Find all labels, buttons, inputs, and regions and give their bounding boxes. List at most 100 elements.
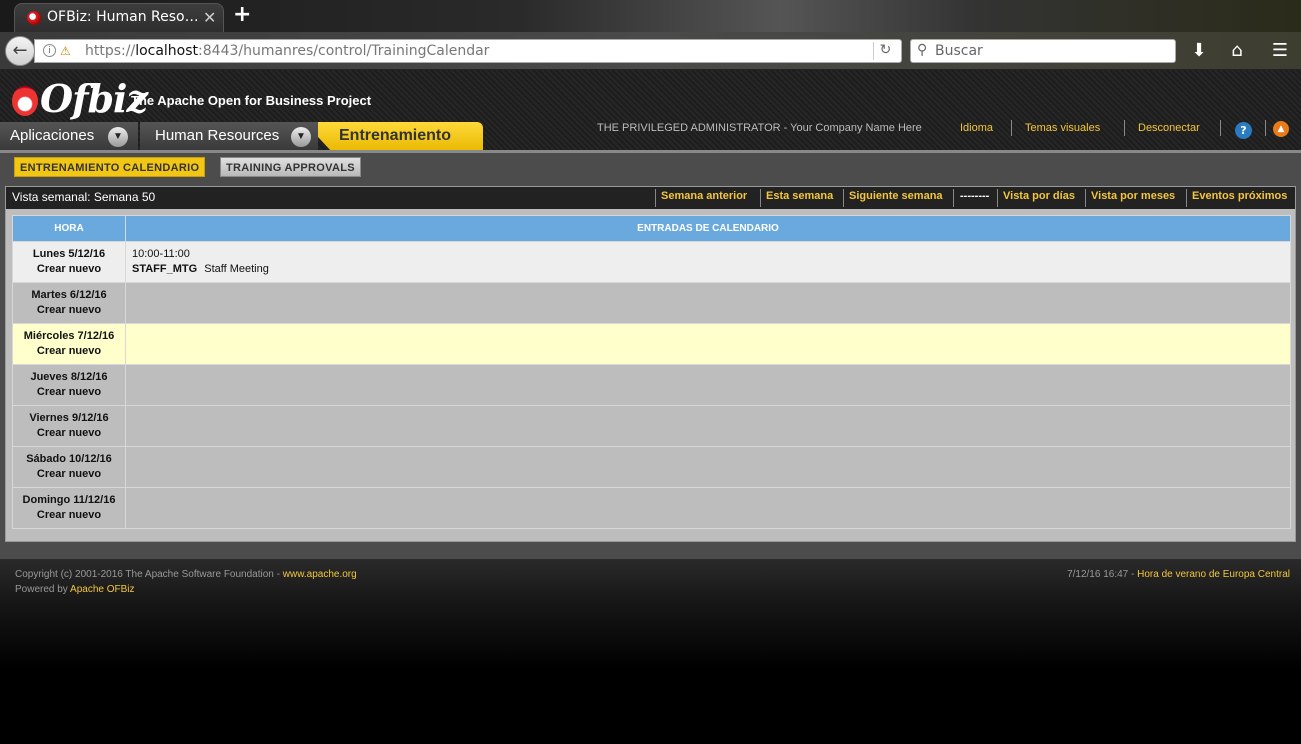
download-icon[interactable]: ⬇ — [1188, 40, 1210, 61]
previous-week-link[interactable]: Semana anterior — [661, 190, 747, 202]
create-new-link[interactable]: Crear nuevo — [13, 426, 125, 441]
ofbiz-logo[interactable]: Ofbiz — [12, 76, 148, 121]
chevron-down-icon[interactable]: ▼ — [291, 127, 311, 147]
entry-code[interactable]: STAFF_MTG — [132, 263, 197, 275]
column-header-entries: ENTRADAS DE CALENDARIO — [125, 215, 1291, 242]
entries-cell — [125, 364, 1291, 406]
search-icon: ⚲ — [917, 42, 928, 58]
url-bar[interactable]: i ⚠ https://localhost:8443/humanres/cont… — [34, 39, 902, 63]
search-bar[interactable]: ⚲ Buscar — [910, 39, 1176, 63]
applications-menu[interactable]: Aplicaciones ▼ — [0, 122, 138, 150]
table-row: Viernes 9/12/16 Crear nuevo — [12, 405, 1291, 447]
new-tab-button[interactable]: + — [233, 2, 251, 27]
separator — [760, 189, 761, 207]
info-icon[interactable]: i — [43, 44, 56, 57]
table-row: Jueves 8/12/16 Crear nuevo — [12, 364, 1291, 406]
create-new-link[interactable]: Crear nuevo — [13, 344, 125, 359]
separator — [997, 189, 998, 207]
browser-tabbar: OFBiz: Human Reso… ✕ + — [0, 0, 1301, 32]
nav-divider-text: -------- — [960, 190, 990, 202]
separator — [1220, 120, 1221, 136]
entries-cell: 10:00-11:00 STAFF_MTG Staff Meeting — [125, 241, 1291, 283]
help-icon[interactable]: ? — [1235, 122, 1252, 139]
day-label: Domingo 11/12/16 — [22, 494, 116, 506]
tab-close-icon[interactable]: ✕ — [203, 8, 216, 27]
separator — [1011, 120, 1012, 136]
chevron-down-icon[interactable]: ▼ — [108, 127, 128, 147]
create-new-link[interactable]: Crear nuevo — [13, 262, 125, 277]
column-header-hour: HORA — [12, 215, 126, 242]
url-text[interactable]: https://localhost:8443/humanres/control/… — [85, 43, 489, 59]
separator — [655, 189, 656, 207]
day-cell: Lunes 5/12/16 Crear nuevo — [12, 241, 126, 283]
collapse-up-icon[interactable]: ▲ — [1273, 121, 1289, 137]
day-label: Sábado 10/12/16 — [26, 453, 112, 465]
search-placeholder: Buscar — [935, 43, 983, 59]
logout-link[interactable]: Desconectar — [1138, 122, 1200, 134]
panel-header: Vista semanal: Semana 50 Semana anterior… — [6, 187, 1295, 209]
powered-by-text: Powered by Apache OFBiz — [15, 584, 135, 595]
entries-cell — [125, 446, 1291, 488]
browser-navbar: i ⚠ https://localhost:8443/humanres/cont… — [0, 32, 1301, 70]
apache-link[interactable]: www.apache.org — [283, 569, 357, 580]
tab-training-calendar[interactable]: ENTRENAMIENTO CALENDARIO — [14, 157, 206, 177]
tab-title: OFBiz: Human Reso… — [47, 9, 197, 25]
module-menu[interactable]: Human Resources ▼ — [140, 122, 318, 150]
active-app-tab[interactable]: Entrenamiento — [318, 122, 483, 152]
warning-lock-icon[interactable]: ⚠ — [60, 44, 71, 58]
calendar-table: HORA ENTRADAS DE CALENDARIO Lunes 5/12/1… — [12, 215, 1291, 529]
page-title: Vista semanal: Semana 50 — [12, 190, 156, 204]
copyright-label: Copyright (c) 2001-2016 The Apache Softw… — [15, 569, 283, 580]
table-row: Sábado 10/12/16 Crear nuevo — [12, 446, 1291, 488]
day-cell: Domingo 11/12/16 Crear nuevo — [12, 487, 126, 529]
home-icon[interactable]: ⌂ — [1226, 40, 1248, 61]
calendar-panel: Vista semanal: Semana 50 Semana anterior… — [5, 186, 1296, 542]
next-week-link[interactable]: Siguiente semana — [849, 190, 943, 202]
entries-cell — [125, 405, 1291, 447]
separator — [843, 189, 844, 207]
browser-tab[interactable]: OFBiz: Human Reso… ✕ — [14, 3, 224, 32]
footer: Copyright (c) 2001-2016 The Apache Softw… — [0, 559, 1301, 744]
user-name: THE PRIVILEGED ADMINISTRATOR - Your Comp… — [597, 122, 922, 134]
entry-time: 10:00-11:00 — [132, 248, 190, 260]
day-label: Lunes 5/12/16 — [32, 248, 106, 260]
calendar-entry[interactable]: STAFF_MTG Staff Meeting — [132, 262, 1284, 277]
this-week-link[interactable]: Esta semana — [766, 190, 833, 202]
day-label: Viernes 9/12/16 — [29, 412, 109, 424]
logo-mark-icon — [12, 86, 38, 116]
separator — [1186, 189, 1187, 207]
language-link[interactable]: Idioma — [960, 122, 993, 134]
reload-icon[interactable]: ↻ — [873, 42, 897, 60]
day-cell: Miércoles 7/12/16 Crear nuevo — [12, 323, 126, 365]
entries-cell — [125, 487, 1291, 529]
tab-training-approvals[interactable]: TRAINING APPROVALS — [220, 157, 361, 177]
day-cell: Martes 6/12/16 Crear nuevo — [12, 282, 126, 324]
sub-navigation: ENTRENAMIENTO CALENDARIO TRAINING APPROV… — [0, 153, 1301, 179]
table-header-row: HORA ENTRADAS DE CALENDARIO — [12, 215, 1291, 242]
table-row: Martes 6/12/16 Crear nuevo — [12, 282, 1291, 324]
month-view-link[interactable]: Vista por meses — [1091, 190, 1175, 202]
entries-cell — [125, 323, 1291, 365]
entries-cell — [125, 282, 1291, 324]
separator — [1085, 189, 1086, 207]
upcoming-events-link[interactable]: Eventos próximos — [1192, 190, 1287, 202]
create-new-link[interactable]: Crear nuevo — [13, 508, 125, 523]
day-label: Miércoles 7/12/16 — [23, 330, 115, 342]
applications-label: Aplicaciones — [10, 127, 95, 144]
day-cell: Jueves 8/12/16 Crear nuevo — [12, 364, 126, 406]
separator — [1124, 120, 1125, 136]
menu-icon[interactable]: ☰ — [1269, 40, 1291, 61]
create-new-link[interactable]: Crear nuevo — [13, 303, 125, 318]
create-new-link[interactable]: Crear nuevo — [13, 385, 125, 400]
powered-label: Powered by — [15, 584, 71, 595]
back-button[interactable]: ← — [5, 36, 35, 66]
day-view-link[interactable]: Vista por días — [1003, 190, 1075, 202]
copyright-text: Copyright (c) 2001-2016 The Apache Softw… — [15, 569, 357, 580]
module-label: Human Resources — [155, 127, 280, 144]
themes-link[interactable]: Temas visuales — [1025, 122, 1100, 134]
table-row: Miércoles 7/12/16 Crear nuevo — [12, 323, 1291, 365]
create-new-link[interactable]: Crear nuevo — [13, 467, 125, 482]
tagline: The Apache Open for Business Project — [131, 93, 372, 108]
timezone-link[interactable]: Hora de verano de Europa Central — [1137, 569, 1290, 580]
ofbiz-link[interactable]: Apache OFBiz — [70, 584, 134, 595]
